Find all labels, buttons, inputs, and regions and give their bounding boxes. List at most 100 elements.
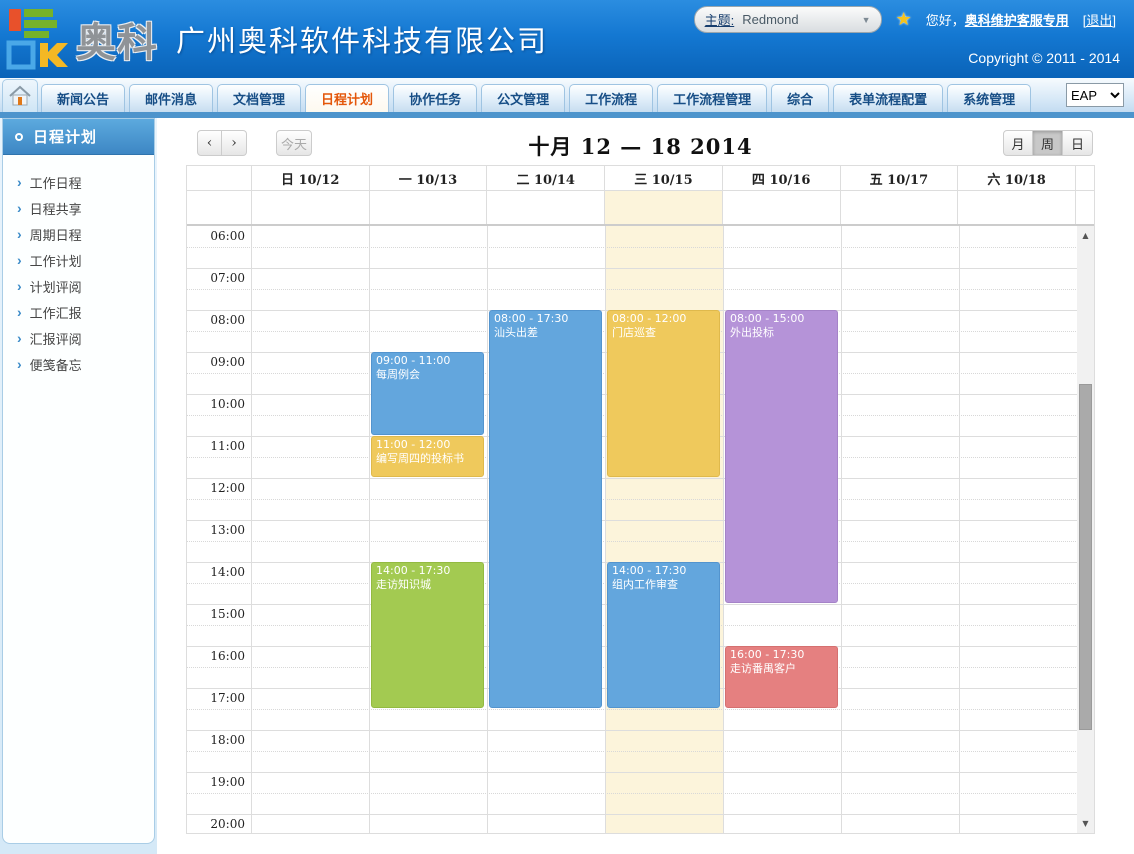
view-switcher: 月周日 (1003, 130, 1093, 156)
user-greeting: 您好，奥科维护客服专用 (926, 10, 1069, 29)
sidebar-item-3[interactable]: › 周期日程 (17, 221, 154, 247)
scrollbar-thumb[interactable] (1079, 384, 1092, 730)
allday-cell-10/18[interactable] (957, 191, 1075, 224)
time-label-16: 16:00 (187, 646, 245, 663)
sidebar-item-label: 周期日程 (30, 225, 82, 244)
nav-tab-2[interactable]: 邮件消息 (129, 84, 213, 112)
nav-tab-6[interactable]: 公文管理 (481, 84, 565, 112)
time-label-7: 07:00 (187, 268, 245, 285)
allday-cell-10/15[interactable] (604, 191, 722, 224)
time-label-9: 09:00 (187, 352, 245, 369)
hour-row[interactable] (187, 520, 1094, 541)
vertical-scrollbar[interactable]: ▲ ▼ (1077, 226, 1094, 833)
sidebar-menu: ›工作日程›日程共享›周期日程›工作计划›计划评阅›工作汇报›汇报评阅›便笺备忘 (3, 155, 154, 377)
time-label-15: 15:00 (187, 604, 245, 621)
eap-select[interactable]: EAP (1066, 83, 1124, 107)
chevron-right-icon: › (17, 226, 22, 242)
sidebar-title: 日程计划 (33, 126, 97, 147)
scroll-down-icon[interactable]: ▼ (1077, 816, 1094, 831)
favorite-star-icon[interactable]: ★ (896, 9, 912, 30)
view-button-2[interactable]: 周 (1033, 130, 1063, 156)
time-label-10: 10:00 (187, 394, 245, 411)
nav-tabs: 新闻公告邮件消息文档管理日程计划协作任务公文管理工作流程工作流程管理综合表单流程… (41, 84, 1134, 112)
allday-cell-10/16[interactable] (722, 191, 840, 224)
time-label-11: 11:00 (187, 436, 245, 453)
sidebar-item-5[interactable]: ›计划评阅 (17, 273, 154, 299)
event-title: 外出投标 (730, 326, 834, 340)
hour-row[interactable] (187, 814, 1094, 833)
nav-tab-5[interactable]: 协作任务 (393, 84, 477, 112)
calendar-event[interactable]: 08:00 - 12:00门店巡查 (607, 310, 720, 477)
calendar-toolbar: ‹ › 今天 十月 12 — 18 2014 月周日 (186, 125, 1095, 165)
time-label-17: 17:00 (187, 688, 245, 705)
user-link[interactable]: 奥科维护客服专用 (965, 13, 1069, 28)
nav-tab-8[interactable]: 工作流程管理 (657, 84, 767, 112)
view-button-3[interactable]: 日 (1063, 130, 1093, 156)
time-grid: 06:0007:0008:0009:0010:0011:0012:0013:00… (187, 226, 1094, 833)
calendar-event[interactable]: 16:00 - 17:30走访番禺客户 (725, 646, 838, 708)
hour-row[interactable] (187, 478, 1094, 499)
calendar-event[interactable]: 09:00 - 11:00每周例会 (371, 352, 484, 435)
allday-cell-10/17[interactable] (840, 191, 958, 224)
calendar-event[interactable]: 11:00 - 12:00编写周四的投标书 (371, 436, 484, 477)
nav-tab-3[interactable]: 文档管理 (217, 84, 301, 112)
day-header-10/13: 一 10/13 (369, 166, 487, 190)
half-hour-row[interactable] (187, 709, 1094, 730)
home-icon (8, 84, 32, 108)
half-hour-row[interactable] (187, 541, 1094, 562)
logout-link[interactable]: [退出] (1083, 10, 1116, 29)
allday-cell-10/12[interactable] (251, 191, 369, 224)
chevron-right-icon: › (17, 278, 22, 294)
nav-tab-11[interactable]: 系统管理 (947, 84, 1031, 112)
column-divider (841, 226, 842, 833)
theme-dropdown[interactable]: 主题: Redmond ▼ (694, 6, 882, 33)
day-header-10/18: 六 10/18 (957, 166, 1075, 190)
half-hour-row[interactable] (187, 751, 1094, 772)
half-hour-row[interactable] (187, 289, 1094, 310)
view-button-1[interactable]: 月 (1003, 130, 1033, 156)
sidebar-item-6[interactable]: ›工作汇报 (17, 299, 154, 325)
hour-row[interactable] (187, 268, 1094, 289)
time-label-13: 13:00 (187, 520, 245, 537)
greeting-prefix: 您好， (926, 13, 965, 28)
chevron-right-icon: › (17, 200, 22, 216)
calendar-event[interactable]: 14:00 - 17:30组内工作审查 (607, 562, 720, 708)
sidebar-item-7[interactable]: ›汇报评阅 (17, 325, 154, 351)
circle-bullet-icon (15, 133, 23, 141)
nav-tab-10[interactable]: 表单流程配置 (833, 84, 943, 112)
calendar-event[interactable]: 08:00 - 17:30汕头出差 (489, 310, 602, 708)
allday-cell-10/13[interactable] (369, 191, 487, 224)
nav-tab-7[interactable]: 工作流程 (569, 84, 653, 112)
sidebar-item-4[interactable]: ›工作计划 (17, 247, 154, 273)
calendar-title: 十月 12 — 18 2014 (186, 131, 1095, 161)
allday-cell-10/14[interactable] (486, 191, 604, 224)
hour-row[interactable] (187, 730, 1094, 751)
scroll-up-icon[interactable]: ▲ (1077, 228, 1094, 243)
home-button[interactable] (2, 79, 38, 112)
calendar-event[interactable]: 08:00 - 15:00外出投标 (725, 310, 838, 603)
event-title: 走访知识城 (376, 578, 480, 592)
sidebar-item-2[interactable]: ›日程共享 (17, 195, 154, 221)
nav-tab-9[interactable]: 综合 (771, 84, 829, 112)
sidebar-item-label: 工作日程 (30, 173, 82, 192)
event-time: 16:00 - 17:30 (730, 648, 834, 662)
half-hour-row[interactable] (187, 499, 1094, 520)
half-hour-row[interactable] (187, 793, 1094, 814)
event-title: 汕头出差 (494, 326, 598, 340)
calendar-event[interactable]: 14:00 - 17:30走访知识城 (371, 562, 484, 708)
allday-spacer (1075, 191, 1094, 224)
event-title: 走访番禺客户 (730, 662, 834, 676)
hour-row[interactable] (187, 772, 1094, 793)
day-header-10/12: 日 10/12 (251, 166, 369, 190)
day-header-10/16: 四 10/16 (722, 166, 840, 190)
top-header: 奥科 广州奥科软件科技有限公司 主题: Redmond ▼ ★ 您好，奥科维护客… (0, 0, 1134, 78)
nav-tab-1[interactable]: 新闻公告 (41, 84, 125, 112)
nav-tab-4[interactable]: 日程计划 (305, 84, 389, 112)
half-hour-row[interactable] (187, 247, 1094, 268)
sidebar-item-8[interactable]: ›便笺备忘 (17, 351, 154, 377)
sidebar-item-1[interactable]: ›工作日程 (17, 169, 154, 195)
column-divider (605, 226, 606, 833)
hour-row[interactable] (187, 226, 1094, 247)
event-time: 14:00 - 17:30 (612, 564, 716, 578)
chevron-right-icon: › (17, 304, 22, 320)
